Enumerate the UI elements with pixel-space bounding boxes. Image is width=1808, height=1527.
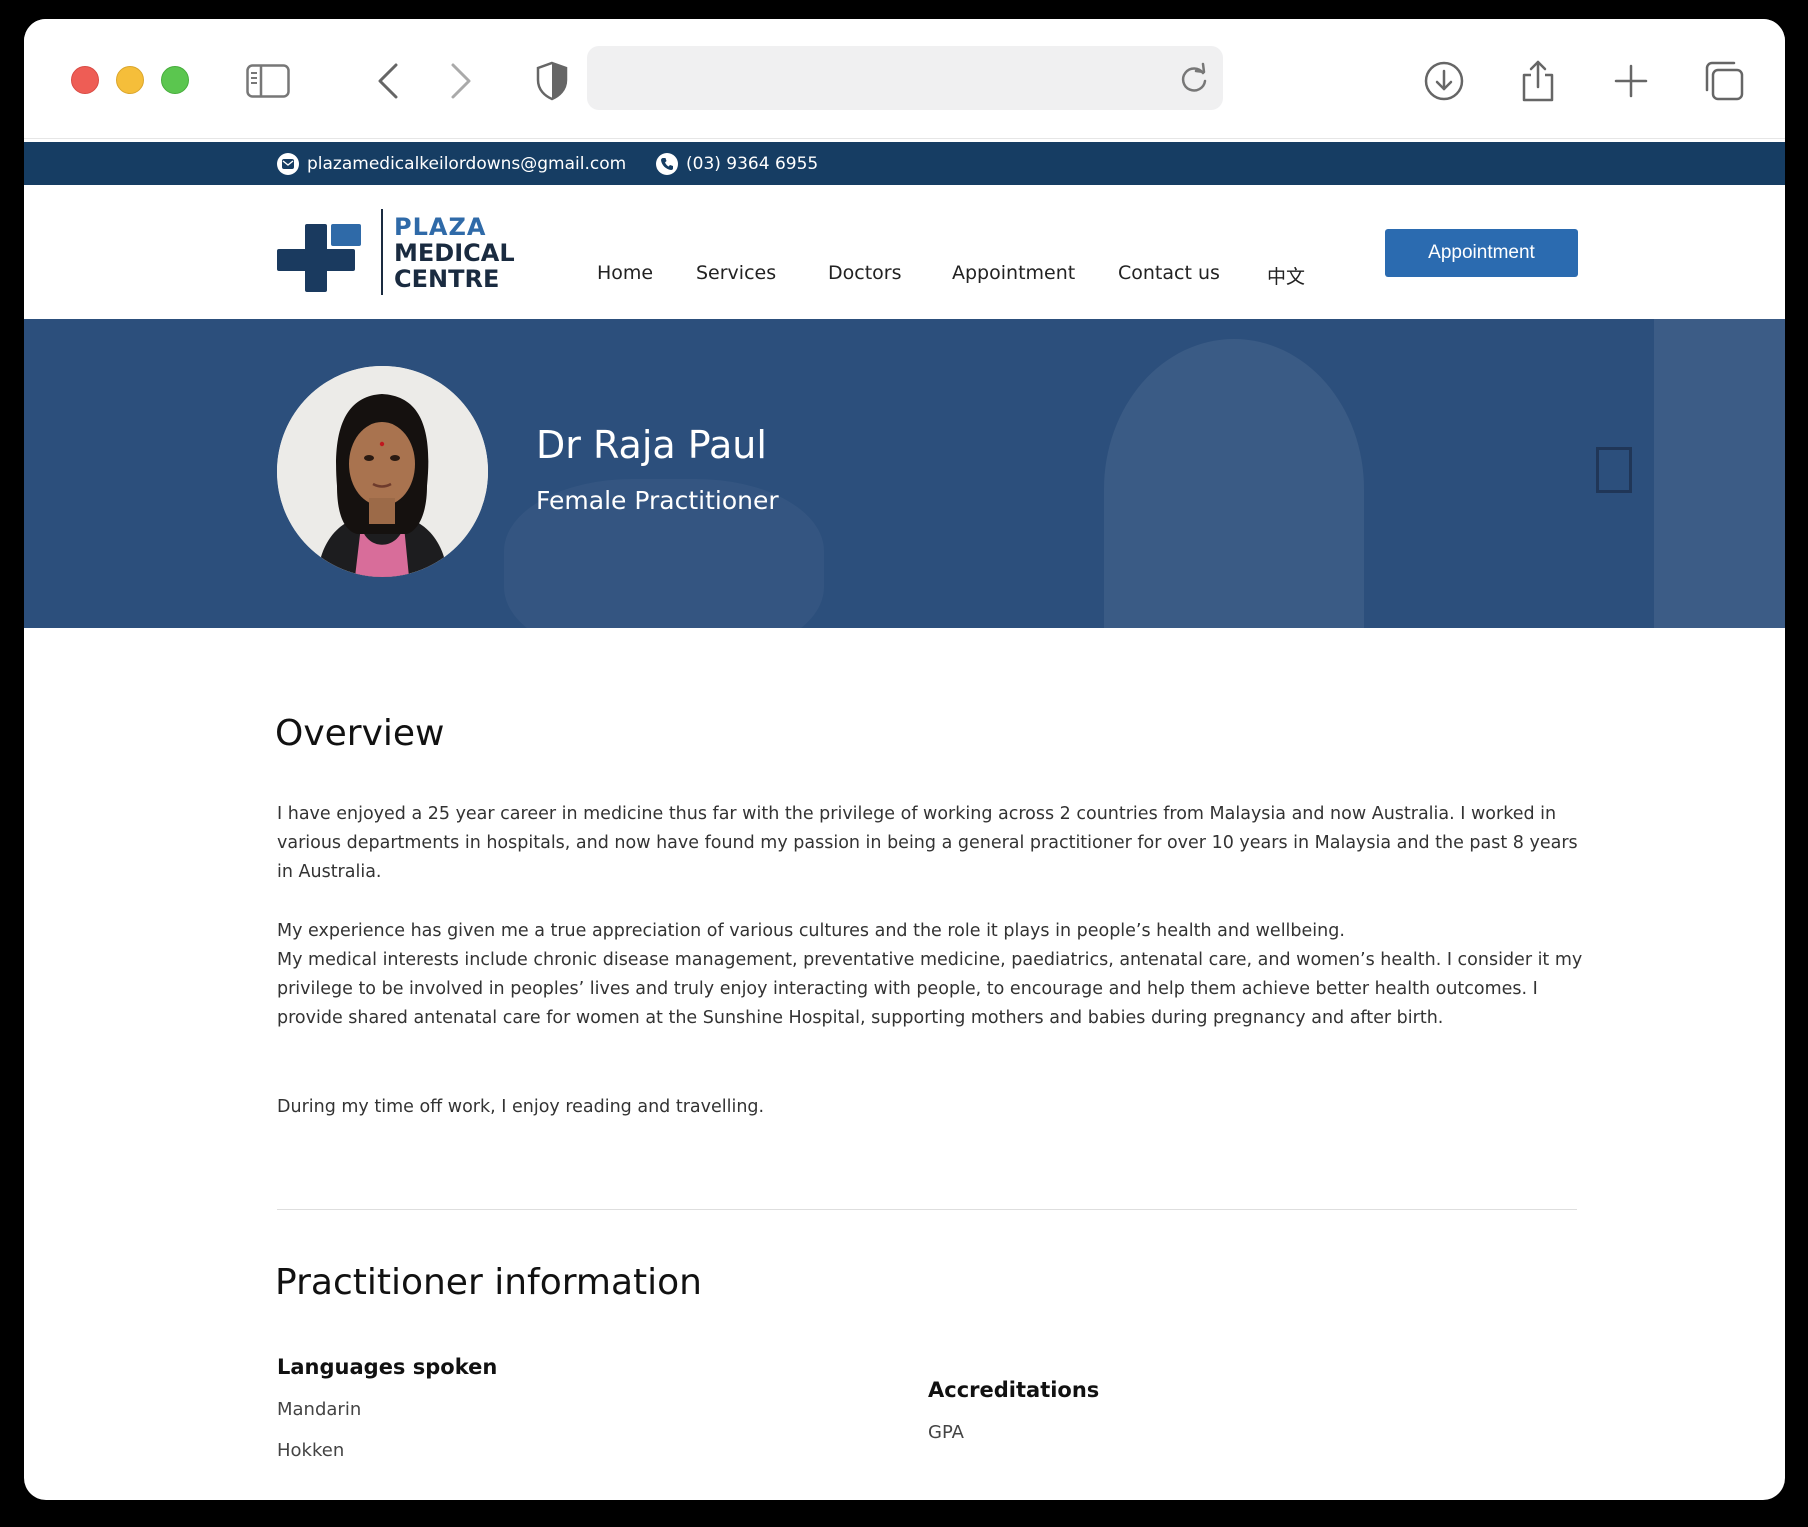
phone-text: (03) 9364 6955 [686,154,819,174]
hero-background-figure [1654,319,1785,628]
overview-paragraph: I have enjoyed a 25 year career in medic… [277,804,1578,882]
overview-paragraph: My medical interests include chronic dis… [277,950,1583,1028]
appointment-button[interactable]: Appointment [1385,229,1578,277]
logo-divider [381,209,383,295]
email-text: plazamedicalkeilordowns@gmail.com [307,154,627,174]
email-link[interactable]: plazamedicalkeilordowns@gmail.com [277,153,626,175]
close-window-button[interactable] [71,66,99,94]
forward-icon[interactable] [439,61,483,101]
accreditations-heading: Accreditations [928,1378,1100,1402]
new-tab-icon[interactable] [1609,61,1653,101]
minimize-window-button[interactable] [116,66,144,94]
doctor-name: Dr Raja Paul [536,423,767,467]
phone-icon [656,153,678,175]
nav-contact-us[interactable]: Contact us [1118,262,1220,284]
accreditation-item: GPA [928,1422,964,1443]
shield-icon[interactable] [530,61,574,101]
browser-toolbar [24,19,1785,139]
tabs-icon[interactable] [1702,61,1746,101]
logo-line-1: PLAZA [394,213,487,241]
hero-background-frame [1596,447,1632,493]
nav-doctors[interactable]: Doctors [828,262,902,284]
back-icon[interactable] [366,61,410,101]
section-divider [277,1209,1577,1210]
browser-window: plazamedicalkeilordowns@gmail.com (03) 9… [24,19,1785,1500]
hero-background-figure [1104,339,1364,628]
nav-home[interactable]: Home [597,262,653,284]
overview-paragraph: During my time off work, I enjoy reading… [277,1097,765,1117]
logo-cross-icon [277,224,361,292]
nav-services[interactable]: Services [696,262,776,284]
logo-line-2: MEDICAL [394,239,515,267]
nav-appointment[interactable]: Appointment [952,262,1075,284]
practitioner-info-heading: Practitioner information [275,1262,702,1303]
doctor-subtitle: Female Practitioner [536,486,779,515]
nav-chinese[interactable]: 中文 [1267,262,1305,289]
phone-link[interactable]: (03) 9364 6955 [656,153,818,175]
language-item: Mandarin [277,1399,362,1420]
language-item: Hokken [277,1440,345,1461]
address-bar[interactable] [587,46,1223,110]
contact-bar: plazamedicalkeilordowns@gmail.com (03) 9… [24,142,1785,185]
logo-wordmark: PLAZA MEDICAL CENTRE [394,214,515,292]
overview-heading: Overview [275,713,445,754]
sidebar-icon[interactable] [246,61,290,101]
languages-heading: Languages spoken [277,1355,498,1379]
url-input[interactable] [607,60,1167,96]
reload-icon[interactable] [1179,62,1209,98]
doctor-photo [277,366,488,577]
logo-line-3: CENTRE [394,265,500,293]
zoom-window-button[interactable] [161,66,189,94]
email-icon [277,153,299,175]
share-icon[interactable] [1516,60,1560,102]
overview-paragraph: My experience has given me a true apprec… [277,921,1345,941]
download-icon[interactable] [1422,61,1466,101]
